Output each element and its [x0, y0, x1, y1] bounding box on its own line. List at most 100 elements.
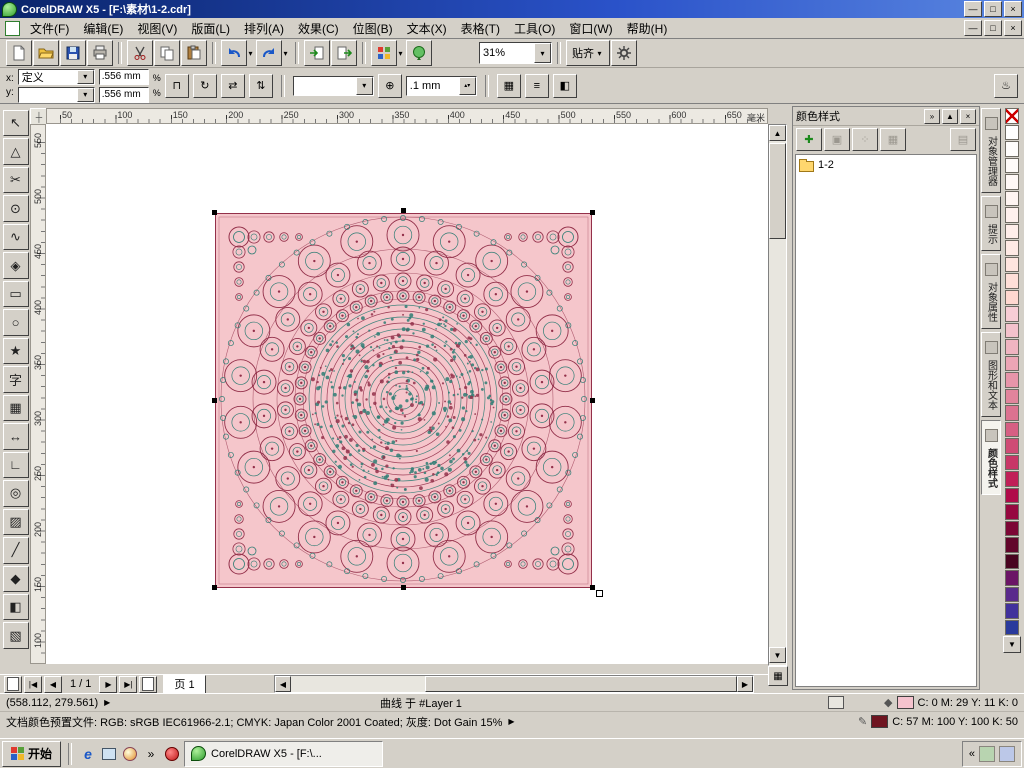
page-menu-button[interactable]: [4, 675, 22, 693]
docker-rollup-icon[interactable]: ▲: [942, 108, 958, 124]
redo-button-dropdown-icon[interactable]: ▾: [281, 49, 290, 58]
palette-swatch[interactable]: [1005, 487, 1019, 503]
page-tab[interactable]: 页 1: [163, 674, 206, 694]
interactive-fill-tool[interactable]: ▧: [2, 622, 29, 649]
outline-style-combo[interactable]: ▾: [292, 75, 374, 96]
object-properties-button[interactable]: ◧: [552, 73, 577, 98]
connector-tool[interactable]: ∟: [2, 451, 29, 479]
position-preset-combo[interactable]: ▾: [17, 68, 95, 85]
first-page-button[interactable]: |◀: [24, 675, 42, 693]
freehand-tool[interactable]: ∿: [2, 223, 29, 251]
palette-swatch[interactable]: [1005, 537, 1019, 553]
redo-button[interactable]: [256, 40, 282, 66]
menu-item-5[interactable]: 排列(A): [237, 18, 291, 39]
mirror-horizontal-button[interactable]: ⇄: [220, 73, 245, 98]
palette-swatch[interactable]: [1005, 570, 1019, 586]
table-tool[interactable]: ▦: [2, 394, 29, 422]
print-button[interactable]: [87, 40, 113, 66]
rotate-angle-button[interactable]: ↻: [192, 73, 217, 98]
pick-tool[interactable]: ↖: [2, 110, 29, 137]
style-options-button[interactable]: ▤: [950, 127, 976, 151]
mdi-close-button[interactable]: ×: [1004, 20, 1022, 36]
position-dropdown-icon[interactable]: ▾: [76, 87, 94, 102]
polygon-tool[interactable]: ★: [2, 337, 29, 365]
docker-flyout-icon[interactable]: »: [924, 108, 940, 124]
palette-swatch[interactable]: [1005, 421, 1019, 437]
undo-button-dropdown-icon[interactable]: ▾: [246, 49, 255, 58]
dimension-tool[interactable]: ↔: [2, 423, 29, 450]
shape-tool[interactable]: △: [2, 138, 29, 165]
selection-handle-bottom-right[interactable]: [590, 585, 595, 590]
palette-swatch[interactable]: [1005, 273, 1019, 289]
menu-item-2[interactable]: 编辑(E): [76, 18, 130, 39]
no-color-swatch[interactable]: [1005, 108, 1019, 124]
previous-page-button[interactable]: ◀: [44, 675, 62, 693]
menu-item-6[interactable]: 效果(C): [291, 18, 346, 39]
propbar-options-button[interactable]: ♨: [994, 73, 1018, 98]
selection-handle-middle-left[interactable]: [212, 398, 217, 403]
palette-swatch[interactable]: [1005, 553, 1019, 569]
scale-lock-button[interactable]: ⊓: [164, 73, 189, 98]
show-desktop-icon[interactable]: [100, 745, 118, 763]
docker-tab-4[interactable]: 图形和文本: [981, 332, 1001, 417]
application-launcher-button-dropdown-icon[interactable]: ▾: [396, 49, 405, 58]
text-tool[interactable]: 字: [2, 366, 29, 393]
last-page-button[interactable]: ▶|: [119, 675, 138, 693]
palette-swatch[interactable]: [1005, 174, 1019, 190]
rectangle-tool[interactable]: ▭: [2, 280, 29, 308]
new-color-style-button[interactable]: ✚: [796, 127, 822, 151]
palette-swatch[interactable]: [1005, 619, 1019, 635]
zoom-level-combo[interactable]: ▾: [479, 42, 552, 64]
vertical-ruler[interactable]: 550 500 450 400 350 300 250 200 150 100: [30, 124, 46, 664]
palette-swatch[interactable]: [1005, 586, 1019, 602]
palette-swatch[interactable]: [1005, 190, 1019, 206]
document-icon[interactable]: [5, 20, 20, 36]
paste-button[interactable]: [181, 40, 207, 66]
crop-tool[interactable]: ✂: [2, 166, 29, 194]
palette-swatch[interactable]: [1005, 454, 1019, 470]
menu-item-3[interactable]: 视图(V): [130, 18, 184, 39]
menu-item-7[interactable]: 位图(B): [346, 18, 400, 39]
position-y-field[interactable]: ▾: [17, 86, 95, 103]
scroll-right-icon[interactable]: ▶: [737, 676, 753, 692]
palette-swatch[interactable]: [1005, 306, 1019, 322]
selection-handle-middle-right[interactable]: [590, 398, 595, 403]
ellipse-tool[interactable]: ○: [2, 309, 29, 336]
selection-handle-top-center[interactable]: [401, 208, 406, 213]
fill-color-swatch[interactable]: [896, 696, 914, 709]
menu-item-10[interactable]: 工具(O): [507, 18, 562, 39]
vertical-scroll-thumb[interactable]: [769, 143, 786, 239]
position-preset-input[interactable]: [18, 69, 77, 84]
preset-dropdown-icon[interactable]: ▾: [76, 69, 94, 84]
undo-button[interactable]: [221, 40, 247, 66]
mirror-vertical-button[interactable]: ⇅: [248, 73, 273, 98]
palette-swatch[interactable]: [1005, 438, 1019, 454]
palette-swatch[interactable]: [1005, 355, 1019, 371]
palette-swatch[interactable]: [1005, 207, 1019, 223]
welcome-screen-button[interactable]: [406, 40, 432, 66]
eyedropper-tool[interactable]: ╱: [2, 537, 29, 564]
menu-item-8[interactable]: 文本(X): [400, 18, 454, 39]
fill-tool[interactable]: ◧: [2, 593, 29, 621]
outline-pen-tool[interactable]: ◆: [2, 565, 29, 592]
maximize-button[interactable]: □: [984, 1, 1002, 17]
palette-swatch[interactable]: [1005, 520, 1019, 536]
horizontal-scrollbar[interactable]: ◀ ▶: [274, 675, 754, 693]
selection-handle-top-left[interactable]: [212, 210, 217, 215]
tree-item[interactable]: 1-2: [799, 158, 973, 172]
palette-swatch[interactable]: [1005, 603, 1019, 619]
object-height-field[interactable]: [98, 86, 149, 103]
outline-dropdown-icon[interactable]: ▾: [355, 76, 373, 95]
scroll-down-icon[interactable]: ▼: [769, 647, 786, 663]
tray-antivirus-icon[interactable]: [979, 745, 995, 762]
wrap-text-button[interactable]: ≡: [524, 73, 549, 98]
selection-handle-top-right[interactable]: [590, 210, 595, 215]
nudge-icon-button[interactable]: ⊕: [377, 73, 402, 98]
merge-styles-button[interactable]: ▦: [880, 127, 906, 151]
vertical-scrollbar[interactable]: ▲ ▼: [768, 124, 787, 666]
media-player-icon[interactable]: [121, 745, 139, 763]
tray-volume-icon[interactable]: [999, 745, 1015, 762]
palette-swatch[interactable]: [1005, 322, 1019, 338]
palette-swatch[interactable]: [1005, 339, 1019, 355]
nudge-offset-field[interactable]: ▴▾: [405, 75, 477, 96]
